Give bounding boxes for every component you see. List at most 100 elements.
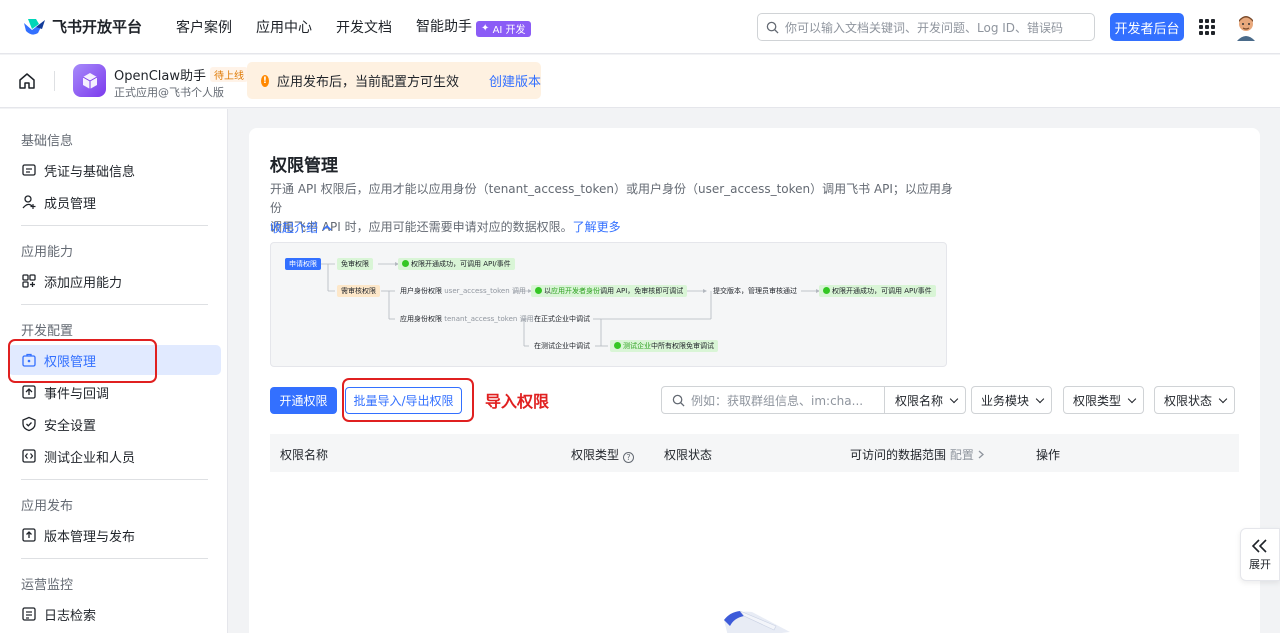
flow-node-app-perm: 应用身份权限 tenant_access_token 调用	[396, 313, 538, 325]
sidebar-item-logs[interactable]: 日志检索	[8, 599, 221, 629]
collapse-intro-toggle[interactable]: 收起介绍	[270, 219, 332, 236]
flow-node-free: 免审权限	[337, 258, 373, 270]
app-avatar[interactable]	[73, 64, 106, 97]
home-icon[interactable]	[18, 72, 36, 90]
code-icon	[22, 449, 36, 463]
filter-business-module[interactable]: 业务模块	[971, 386, 1053, 414]
sidebar-item-label: 事件与回调	[44, 386, 110, 402]
check-icon	[823, 287, 830, 294]
flow-node-free-result: 权限开通成功，可调用 API/事件	[398, 258, 515, 270]
column-data-scope-label: 可访问的数据范围	[850, 448, 947, 462]
column-permission-type-label: 权限类型	[571, 448, 620, 462]
nav-smart-assistant[interactable]: 智能助手 ✦ AI 开发	[416, 16, 531, 37]
doc-search-placeholder: 你可以输入文档关键词、开发问题、Log ID、错误码	[785, 20, 1064, 35]
page-description: 开通 API 权限后，应用才能以应用身份（tenant_access_token…	[270, 180, 960, 237]
user-avatar[interactable]	[1234, 13, 1258, 41]
flow-node-user-perm-label: 用户身份权限	[400, 287, 442, 295]
nav-customer-cases[interactable]: 客户案例	[176, 17, 232, 37]
brand-name: 飞书开放平台	[52, 18, 143, 36]
nav-app-center[interactable]: 应用中心	[256, 17, 312, 37]
permission-search-placeholder: 例如：获取群组信息、im:cha...	[691, 393, 864, 408]
search-icon	[766, 21, 779, 34]
permission-flow-diagram: 申请权限 免审权限 权限开通成功，可调用 API/事件 需审核权限 用户身份权限…	[270, 242, 947, 367]
sidebar-item-label: 成员管理	[44, 196, 97, 212]
flow-node-test-free-highlight: 测试企业	[623, 342, 651, 350]
highlight-box-batch	[342, 378, 474, 422]
header-divider	[54, 71, 55, 91]
column-actions: 操作	[1036, 448, 1061, 462]
filter-permission-status[interactable]: 权限状态	[1154, 386, 1236, 414]
app-name-label: OpenClaw助手	[114, 69, 207, 84]
learn-more-link[interactable]: 了解更多	[573, 220, 621, 234]
sidebar-item-label: 测试企业和人员	[44, 450, 136, 466]
notice-text: 应用发布后，当前配置方可生效	[276, 75, 459, 90]
permission-search-input[interactable]: 例如：获取群组信息、im:cha... 权限名称	[661, 386, 966, 414]
flow-node-dev-identity-post: 调用 API，免审核即可调试	[600, 287, 684, 295]
double-chevron-left-icon	[1251, 538, 1267, 553]
sidebar-item-versions[interactable]: 版本管理与发布	[8, 520, 221, 550]
flow-node-dev-identity-highlight: 应用开发者身份	[551, 287, 600, 295]
chevron-down-icon	[1127, 394, 1137, 403]
check-icon	[614, 342, 621, 349]
expand-panel-button[interactable]: 展开	[1240, 528, 1280, 581]
flow-node-prod-debug: 在正式企业中调试	[534, 315, 590, 323]
app-grid-icon[interactable]	[1199, 19, 1215, 35]
search-field-select[interactable]: 权限名称	[883, 387, 965, 413]
sidebar-divider	[21, 225, 208, 226]
upload-icon	[22, 528, 36, 542]
sidebar-divider	[21, 558, 208, 559]
event-icon	[22, 385, 36, 399]
brand-logo[interactable]: 飞书开放平台	[22, 16, 172, 37]
warning-icon: !	[261, 74, 269, 87]
sidebar-divider	[21, 479, 208, 480]
check-icon	[535, 287, 542, 294]
column-permission-type: 权限类型?	[571, 446, 635, 463]
collapse-intro-label: 收起介绍	[270, 221, 319, 235]
sidebar-item-add-capability[interactable]: 添加应用能力	[8, 266, 221, 296]
filter-permission-type[interactable]: 权限类型	[1063, 386, 1145, 414]
flow-node-review: 需审核权限	[337, 285, 380, 297]
expand-label: 展开	[1249, 557, 1271, 571]
sidebar-item-security[interactable]: 安全设置	[8, 409, 221, 439]
flow-node-app-perm-label: 应用身份权限	[400, 315, 442, 323]
permission-table-header: 权限名称 权限类型? 权限状态 可访问的数据范围 配置 操作	[270, 434, 1239, 472]
search-icon	[672, 394, 685, 407]
flow-node-test-debug: 在测试企业中调试	[534, 342, 590, 350]
help-icon[interactable]: ?	[623, 452, 635, 463]
sidebar-item-label: 安全设置	[44, 418, 97, 434]
highlight-box-permissions	[8, 339, 157, 383]
chevron-down-icon	[949, 394, 959, 403]
sidebar-item-label: 日志检索	[44, 608, 97, 624]
sidebar-group-basic: 基础信息	[21, 134, 74, 149]
doc-search-input[interactable]: 你可以输入文档关键词、开发问题、Log ID、错误码	[757, 13, 1095, 41]
sidebar-item-test-enterprise[interactable]: 测试企业和人员	[8, 441, 221, 471]
flow-node-user-token: user_access_token 调用	[444, 287, 526, 295]
feishu-logo-icon	[24, 18, 45, 35]
flow-node-submit: 提交版本，管理员审核通过	[713, 287, 797, 295]
nav-dev-docs[interactable]: 开发文档	[336, 17, 392, 37]
filter-label: 权限类型	[1073, 393, 1122, 408]
flow-node-user-perm: 用户身份权限 user_access_token 调用	[396, 285, 530, 297]
flow-node-apply: 申请权限	[285, 258, 321, 270]
dev-console-button[interactable]: 开发者后台	[1110, 13, 1184, 41]
sidebar-item-label: 凭证与基础信息	[44, 164, 136, 180]
enable-permission-button[interactable]: 开通权限	[270, 387, 337, 414]
app-name[interactable]: OpenClaw助手 待上线	[114, 65, 249, 84]
id-card-icon	[22, 164, 36, 176]
config-link-label: 配置	[949, 448, 974, 462]
create-version-link[interactable]: 创建版本	[489, 71, 541, 90]
chevron-down-icon	[1218, 394, 1228, 403]
sidebar-group-monitoring: 运营监控	[21, 578, 74, 593]
publish-notice: ! 应用发布后，当前配置方可生效 创建版本	[247, 62, 541, 99]
flow-node-final-result-label: 权限开通成功，可调用 API/事件	[832, 287, 932, 295]
sidebar-item-members[interactable]: 成员管理	[8, 187, 221, 217]
annotation-import-permission: 导入权限	[485, 392, 550, 411]
description-line-1: 开通 API 权限后，应用才能以应用身份（tenant_access_token…	[270, 182, 953, 215]
column-data-scope: 可访问的数据范围 配置	[850, 446, 984, 463]
sidebar-group-release: 应用发布	[21, 499, 74, 514]
cube-icon	[82, 72, 97, 89]
sidebar-group-dev-config: 开发配置	[21, 324, 74, 339]
config-link[interactable]: 配置	[950, 448, 984, 462]
log-icon	[22, 607, 36, 621]
sidebar-item-credentials[interactable]: 凭证与基础信息	[8, 155, 221, 185]
